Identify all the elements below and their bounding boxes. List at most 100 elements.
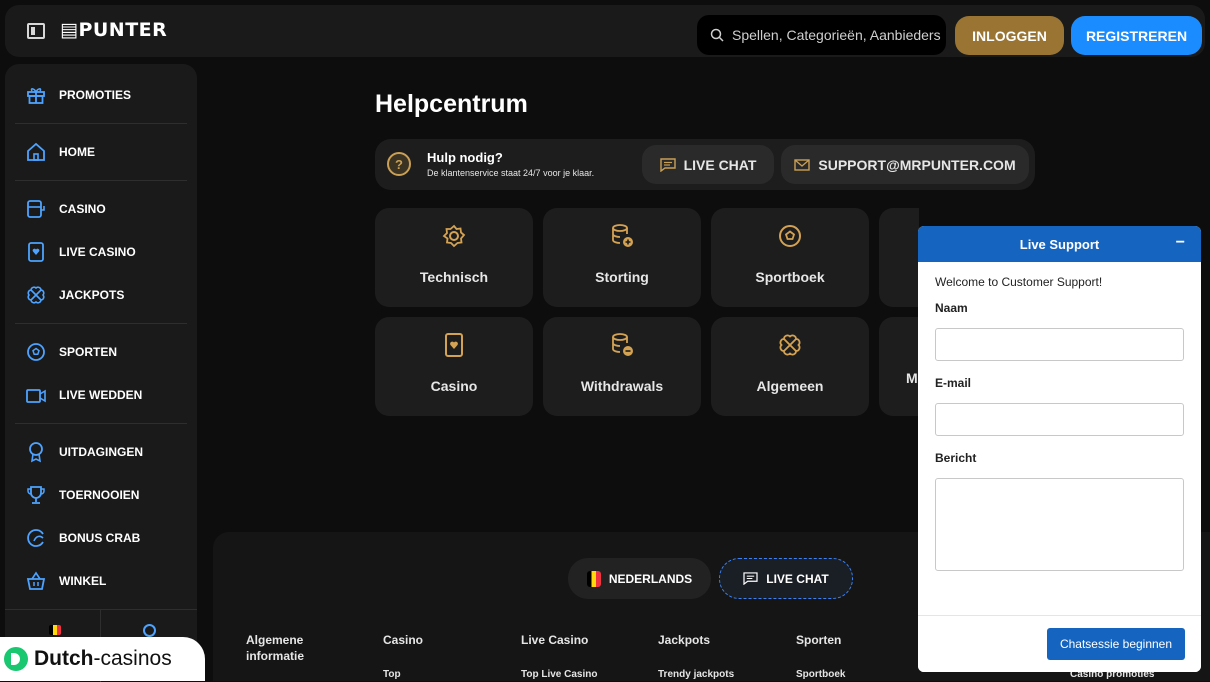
category-card-algemeen[interactable]: Algemeen [711, 317, 869, 416]
sidebar-item-toernooien[interactable]: TOERNOOIEN [25, 483, 139, 507]
clover-icon [779, 334, 801, 356]
basket-icon [26, 571, 46, 590]
footer-link[interactable]: Top Live Casino [521, 669, 598, 680]
coins-plus-icon [612, 224, 633, 247]
category-card-partial[interactable]: M [879, 317, 919, 416]
sidebar-item-winkel[interactable]: WINKEL [25, 569, 106, 593]
footer-live-chat-button[interactable]: LIVE CHAT [719, 558, 853, 599]
live-support-widget: Live Support − Welcome to Customer Suppo… [918, 226, 1201, 672]
category-label: Algemeen [756, 378, 824, 394]
name-field[interactable] [935, 328, 1184, 361]
chat-footer: Chatsessie beginnen [918, 615, 1201, 672]
register-button[interactable]: REGISTREREN [1071, 16, 1202, 55]
message-label: Bericht [935, 451, 977, 465]
divider [15, 423, 187, 424]
sidebar: PROMOTIES HOME CASINO LIVE CASINO JACKPO… [5, 64, 197, 682]
football-icon [27, 343, 45, 361]
category-label: Sportboek [755, 269, 825, 285]
category-card-withdrawals[interactable]: Withdrawals [543, 317, 701, 416]
chat-title: Live Support [1019, 236, 1100, 252]
slot-machine-icon [27, 200, 45, 218]
chat-icon [659, 157, 676, 172]
site-logo[interactable]: ▤PUNTER [60, 19, 167, 41]
minimize-icon[interactable]: − [1176, 235, 1185, 251]
divider [15, 180, 187, 181]
category-label: Storting [595, 269, 649, 285]
category-card-sportboek[interactable]: Sportboek [711, 208, 869, 307]
search-input[interactable] [732, 27, 942, 43]
sidebar-item-label: LIVE CASINO [59, 245, 136, 259]
page-title: Helpcentrum [375, 90, 528, 118]
sidebar-toggle-icon[interactable] [27, 23, 45, 39]
start-chat-button[interactable]: Chatsessie beginnen [1047, 628, 1185, 660]
footer-link[interactable]: Top [383, 669, 401, 680]
email-label: E-mail [935, 376, 972, 390]
category-card-casino[interactable]: Casino [375, 317, 533, 416]
footer-column-heading: Sporten [796, 633, 842, 647]
sidebar-item-label: PROMOTIES [59, 88, 132, 102]
chat-welcome-text: Welcome to Customer Support! [935, 275, 1103, 289]
sidebar-item-label: HOME [59, 145, 95, 159]
sidebar-item-promoties[interactable]: PROMOTIES [25, 83, 131, 107]
sidebar-item-label: CASINO [59, 202, 106, 216]
help-subtitle: De klantenservice staat 24/7 voor je kla… [427, 168, 595, 178]
coins-minus-icon [612, 333, 633, 356]
search-box[interactable] [697, 15, 946, 55]
belgium-flag-icon [586, 570, 601, 587]
live-chat-button[interactable]: LIVE CHAT [642, 145, 774, 184]
gift-icon [27, 88, 45, 104]
sidebar-item-live-wedden[interactable]: LIVE WEDDEN [25, 383, 142, 407]
sidebar-item-label: UITDAGINGEN [59, 445, 143, 459]
live-chat-label: LIVE CHAT [766, 571, 829, 586]
sidebar-item-home[interactable]: HOME [25, 140, 95, 164]
footer-link[interactable]: Trendy jackpots [658, 669, 734, 680]
category-label: Technisch [419, 269, 489, 285]
sidebar-item-label: TOERNOOIEN [59, 488, 140, 502]
sidebar-item-casino[interactable]: CASINO [25, 197, 106, 221]
watermark-brand-bold: Dutch [34, 647, 94, 670]
mail-icon [794, 158, 811, 171]
category-card-partial[interactable] [879, 208, 919, 307]
chat-form: Welcome to Customer Support! Naam E-mail… [918, 275, 1201, 574]
sidebar-item-sporten[interactable]: SPORTEN [25, 340, 117, 364]
video-icon [26, 389, 46, 403]
sidebar-item-label: LIVE WEDDEN [59, 388, 143, 402]
sidebar-item-label: SPORTEN [59, 345, 118, 359]
dutch-casinos-logo-icon [4, 647, 28, 671]
sidebar-item-bonus-crab[interactable]: BONUS CRAB [25, 526, 140, 550]
football-icon [779, 225, 801, 247]
email-support-button[interactable]: SUPPORT@MRPUNTER.COM [781, 145, 1029, 184]
footer-column-heading: Jackpots [658, 633, 711, 647]
divider [15, 323, 187, 324]
footer-link[interactable]: Sportboek [796, 669, 845, 680]
sidebar-item-live-casino[interactable]: LIVE CASINO [25, 240, 136, 264]
name-label: Naam [935, 301, 968, 315]
category-card-storting[interactable]: Storting [543, 208, 701, 307]
gear-icon [442, 224, 466, 248]
live-chat-label: LIVE CHAT [683, 156, 757, 173]
login-button[interactable]: INLOGGEN [955, 16, 1064, 55]
category-card-technisch[interactable]: Technisch [375, 208, 533, 307]
email-field[interactable] [935, 403, 1184, 436]
question-icon: ? [387, 152, 411, 176]
category-label: Withdrawals [580, 378, 664, 394]
footer-column-heading: Algemene informatie [246, 633, 305, 663]
footer-column-heading: Live Casino [521, 633, 589, 647]
chat-header: Live Support − [918, 226, 1201, 262]
sidebar-item-uitdagingen[interactable]: UITDAGINGEN [25, 440, 143, 464]
language-flag-icon[interactable] [49, 625, 61, 635]
chat-icon [743, 572, 758, 585]
watermark-brand-rest: -casinos [93, 647, 172, 670]
help-icon[interactable] [143, 624, 156, 637]
divider [15, 123, 187, 124]
message-field[interactable] [935, 478, 1184, 571]
category-label: Casino [430, 378, 478, 394]
card-icon [445, 333, 463, 357]
sidebar-item-jackpots[interactable]: JACKPOTS [25, 283, 124, 307]
sidebar-item-label: WINKEL [59, 574, 107, 588]
top-bar: ▤PUNTER INLOGGEN REGISTREREN [5, 5, 1205, 57]
language-selector[interactable]: NEDERLANDS [568, 558, 711, 599]
language-label: NEDERLANDS [608, 571, 693, 586]
search-icon [710, 28, 724, 42]
trophy-icon [27, 486, 45, 504]
